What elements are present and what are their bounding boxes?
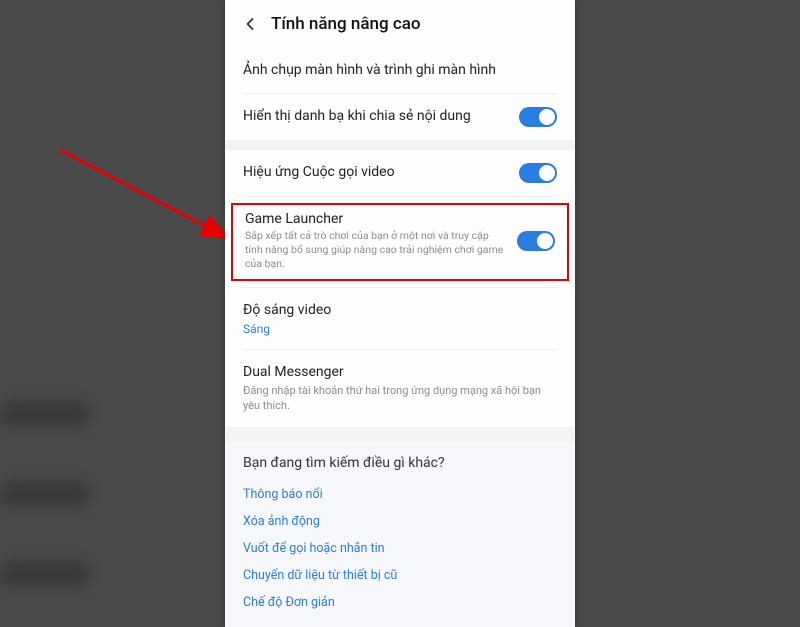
row-title: Hiệu ứng Cuộc gọi video: [243, 163, 509, 182]
row-title: Game Launcher: [245, 211, 507, 227]
toggle-show-contacts-sharing[interactable]: [519, 107, 557, 127]
search-heading: Bạn đang tìm kiếm điều gì khác?: [243, 455, 557, 471]
section-gap: [225, 140, 575, 150]
row-title: Dual Messenger: [243, 363, 557, 382]
search-link-transfer-old-device[interactable]: Chuyển dữ liệu từ thiết bị cũ: [243, 562, 557, 589]
row-video-call-effects[interactable]: Hiệu ứng Cuộc gọi video: [225, 150, 575, 196]
section-gap: [225, 427, 575, 441]
bg-smudge: [0, 480, 90, 508]
row-title: Hiển thị danh bạ khi chia sẻ nội dung: [243, 107, 509, 126]
toggle-video-call-effects[interactable]: [519, 163, 557, 183]
bg-smudge: [0, 560, 90, 588]
row-title: Độ sáng video: [243, 301, 557, 320]
search-link-notification-bubble[interactable]: Thông báo nổi: [243, 481, 557, 508]
row-description: Sắp xếp tất cả trò chơi của bạn ở một nơ…: [245, 229, 507, 272]
row-video-brightness[interactable]: Độ sáng video Sáng: [225, 288, 575, 349]
row-description: Đăng nhập tài khoản thứ hai trong ứng dụ…: [243, 384, 557, 414]
toggle-game-launcher[interactable]: [517, 231, 555, 251]
row-title: Ảnh chụp màn hình và trình ghi màn hình: [243, 61, 557, 80]
search-link-easy-mode[interactable]: Chế độ Đơn giản: [243, 589, 557, 616]
bg-smudge: [0, 400, 90, 428]
row-show-contacts-sharing[interactable]: Hiển thị danh bạ khi chia sẻ nội dung: [225, 94, 575, 140]
phone-frame: Tính năng nâng cao Ảnh chụp màn hình và …: [225, 0, 575, 627]
header: Tính năng nâng cao: [225, 0, 575, 48]
row-value: Sáng: [243, 322, 557, 336]
row-screenshot-recorder[interactable]: Ảnh chụp màn hình và trình ghi màn hình: [225, 48, 575, 93]
search-link-remove-animations[interactable]: Xóa ảnh động: [243, 508, 557, 535]
back-icon[interactable]: [233, 7, 267, 41]
row-game-launcher-highlighted[interactable]: Game Launcher Sắp xếp tất cả trò chơi củ…: [231, 203, 569, 282]
page-title: Tính năng nâng cao: [271, 14, 421, 34]
row-dual-messenger[interactable]: Dual Messenger Đăng nhập tài khoản thứ h…: [225, 350, 575, 427]
search-other-section: Bạn đang tìm kiếm điều gì khác? Thông bá…: [225, 441, 575, 627]
search-link-swipe-call-message[interactable]: Vuốt để gọi hoặc nhắn tin: [243, 535, 557, 562]
